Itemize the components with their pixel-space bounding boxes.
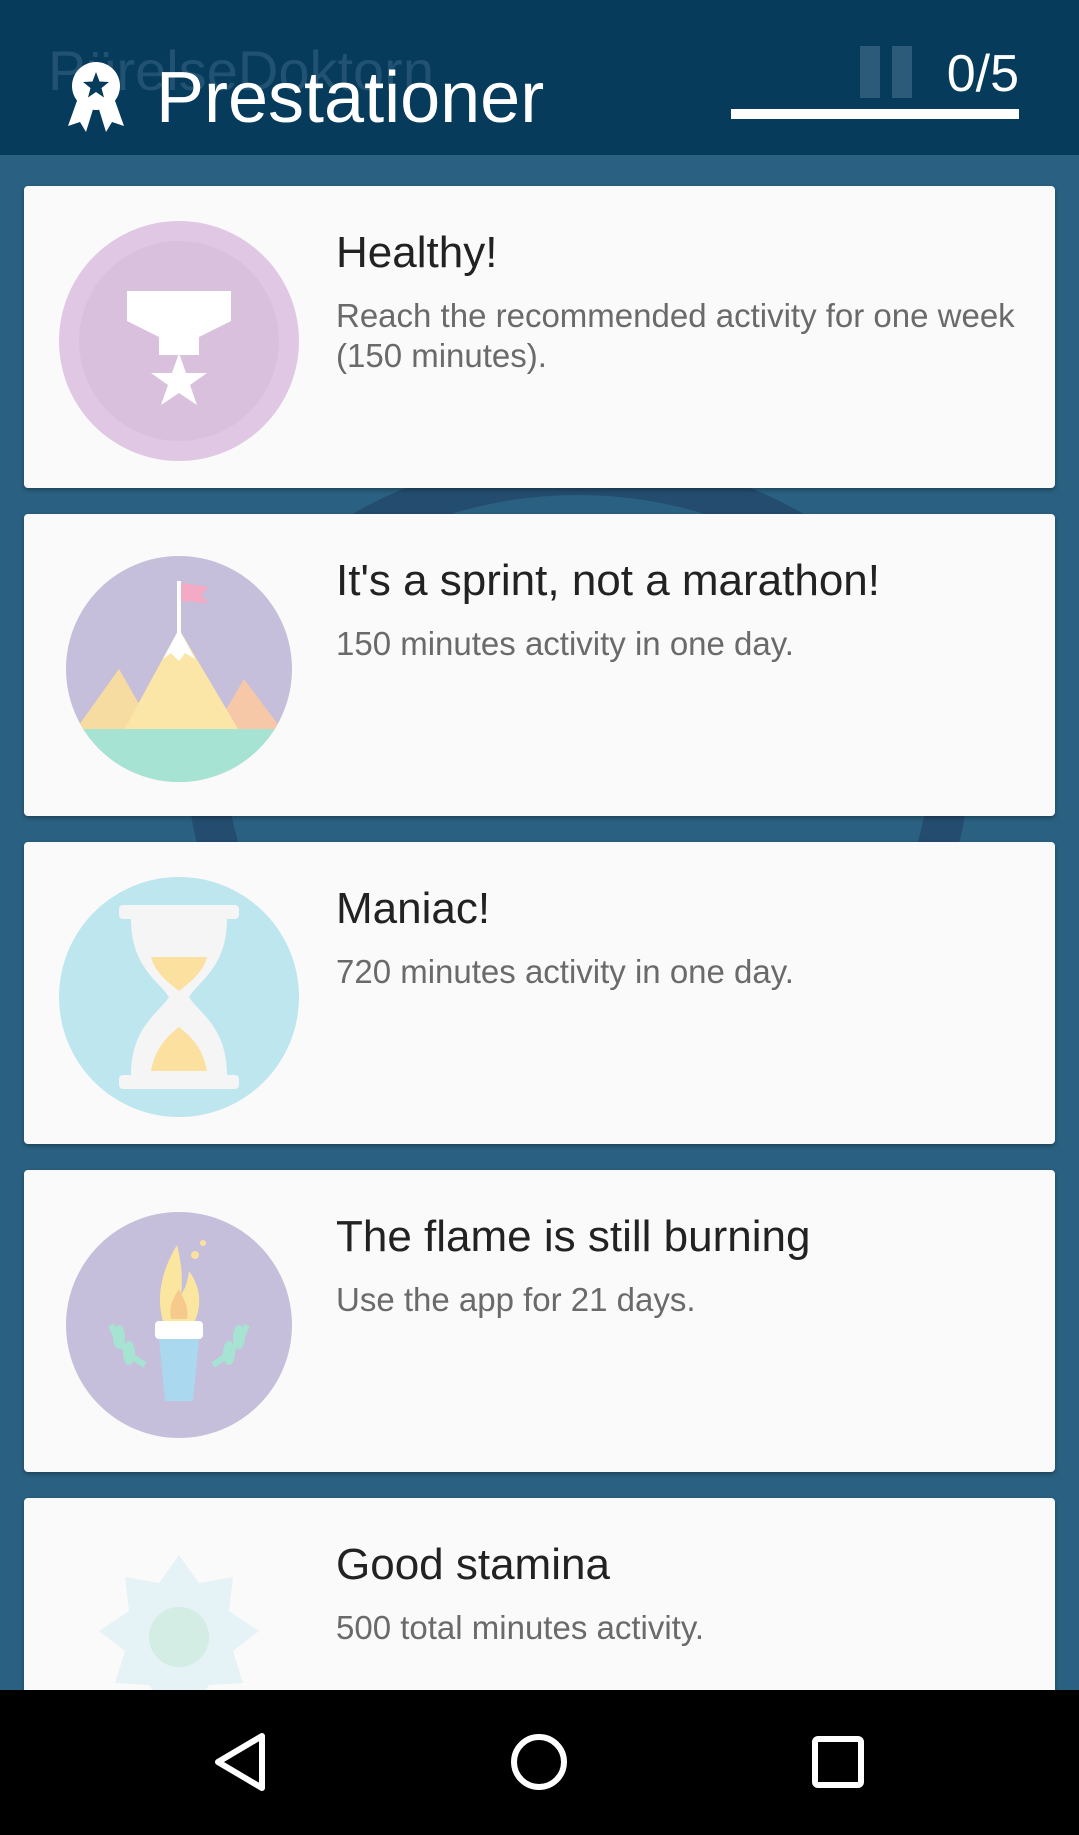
torch-icon [59,1205,299,1445]
achievement-description: 150 minutes activity in one day. [336,625,794,662]
system-nav-bar [0,1690,1079,1835]
medal-star-icon [59,221,299,461]
home-circle-icon[interactable] [499,1722,579,1802]
achievement-card[interactable]: Good stamina 500 total minutes activity. [24,1498,1055,1690]
achievement-description: 500 total minutes activity. [336,1609,705,1646]
award-ribbon-icon [64,58,128,134]
achievement-title: It's a sprint, not a marathon! [336,556,881,605]
progress-count: 0/5 [946,45,1019,103]
achievements-list[interactable]: Healthy! Reach the recommended activity … [0,155,1079,1690]
achievement-title: Healthy! [336,228,498,277]
achievement-description: Reach the recommended activity for one w… [336,297,1015,374]
achievement-title: The flame is still burning [336,1212,811,1261]
page-title: Prestationer [156,58,545,138]
achievement-title: Maniac! [336,884,491,933]
pause-icon [860,46,916,98]
recents-square-icon[interactable] [798,1722,878,1802]
achievement-description: 720 minutes activity in one day. [336,953,794,990]
achievement-description: Use the app for 21 days. [336,1281,696,1318]
achievement-card[interactable]: The flame is still burning Use the app f… [24,1170,1055,1472]
back-triangle-icon[interactable] [200,1722,280,1802]
achievement-card[interactable]: It's a sprint, not a marathon! 150 minut… [24,514,1055,816]
app-bar: PürelseDoktorn Prestationer 0/5 [0,0,1079,155]
hourglass-icon [59,877,299,1117]
achievement-card[interactable]: Maniac! 720 minutes activity in one day. [24,842,1055,1144]
achievement-title: Good stamina [336,1540,610,1589]
progress-bar [731,109,1019,119]
sun-badge-icon [59,1533,299,1690]
mountain-flag-icon [59,549,299,789]
achievement-card[interactable]: Healthy! Reach the recommended activity … [24,186,1055,488]
